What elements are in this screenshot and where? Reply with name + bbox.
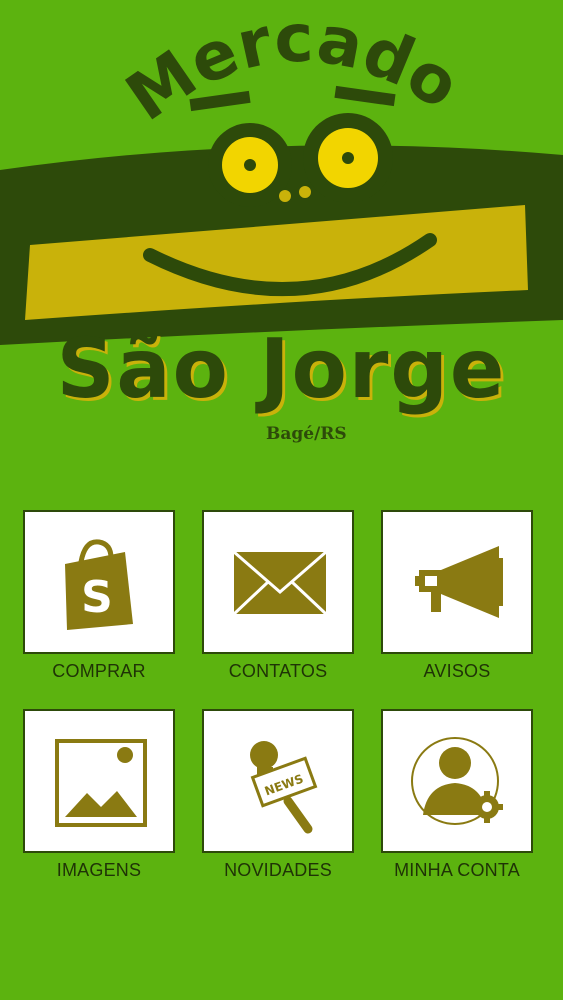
svg-text:S: S xyxy=(81,572,113,623)
megaphone-icon xyxy=(415,546,503,618)
logo-city: Bagé/RS xyxy=(266,424,347,444)
logo-word-main: São Jorge xyxy=(56,322,507,417)
menu-tile-imagens[interactable] xyxy=(23,709,175,853)
app-logo: Mercado São Jorge Bagé/RS xyxy=(0,0,563,460)
image-icon xyxy=(55,739,147,827)
menu-grid: S COMPRAR CONTATOS AVISOS IMAGENS NEWS N… xyxy=(0,510,563,910)
menu-label-imagens: IMAGENS xyxy=(56,860,142,880)
shopping-bag-icon: S xyxy=(65,539,133,630)
menu-label-comprar: COMPRAR xyxy=(52,661,146,681)
logo-word-top: Mercado xyxy=(113,0,473,136)
menu-tile-contatos[interactable] xyxy=(202,510,354,654)
menu-label-minha-conta: MINHA CONTA xyxy=(394,860,520,880)
user-settings-icon xyxy=(411,737,503,825)
menu-label-contatos: CONTATOS xyxy=(228,661,328,681)
menu-label-avisos: AVISOS xyxy=(423,661,491,681)
menu-tile-avisos[interactable] xyxy=(381,510,533,654)
news-microphone-icon: NEWS xyxy=(250,741,318,834)
menu-label-novidades: NOVIDADES xyxy=(224,860,332,880)
menu-tile-comprar[interactable]: S xyxy=(23,510,175,654)
menu-tile-novidades[interactable]: NEWS xyxy=(202,709,354,853)
menu-tile-minha-conta[interactable] xyxy=(381,709,533,853)
envelope-icon xyxy=(232,550,328,616)
